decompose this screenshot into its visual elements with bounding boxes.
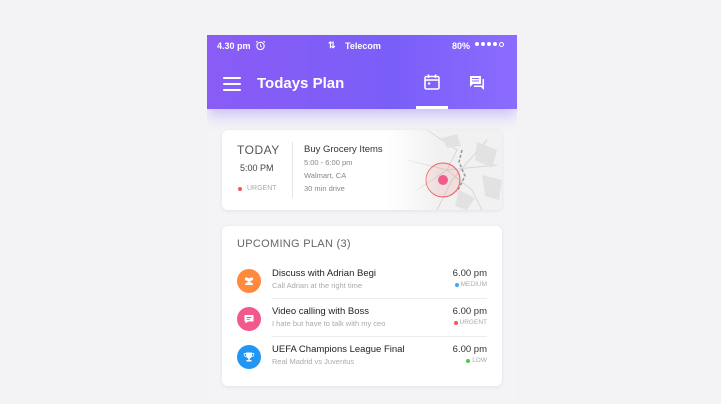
priority-badge: MEDIUM	[454, 281, 487, 288]
item-subtitle: I hate but have to talk with my ceo	[272, 319, 386, 328]
alarm-icon	[255, 40, 266, 53]
priority-dot	[238, 187, 242, 191]
list-item[interactable]: Video calling with Boss I hate but have …	[222, 299, 502, 337]
item-title: Discuss with Adrian Begi	[272, 268, 377, 279]
upcoming-title: UPCOMING PLAN (3)	[237, 238, 351, 250]
priority-label: URGENT	[247, 185, 277, 192]
priority-label: MEDIUM	[460, 281, 487, 288]
status-bar: 4.30 pm ⇅ Telecom 80%	[207, 35, 517, 57]
today-time: 5:00 PM	[240, 163, 274, 173]
item-subtitle: Call Adrian at the right time	[272, 281, 363, 290]
list-item[interactable]: UEFA Champions League Final Real Madrid …	[222, 337, 502, 375]
item-title: UEFA Champions League Final	[272, 344, 405, 355]
app-bar: 4.30 pm ⇅ Telecom 80% Todays Plan	[207, 35, 517, 109]
today-label: TODAY	[237, 143, 280, 157]
phone-screen: 4.30 pm ⇅ Telecom 80% Todays Plan TODAY …	[207, 35, 517, 404]
today-card[interactable]: TODAY 5:00 PM URGENT Buy Grocery Items 5…	[222, 130, 502, 210]
chat-bubble-icon	[237, 307, 261, 331]
menu-icon[interactable]	[223, 77, 241, 91]
task-location: Walmart, CA	[304, 171, 347, 180]
priority-label: LOW	[472, 357, 487, 364]
status-carrier: Telecom	[345, 41, 381, 51]
task-drive-time: 30 min drive	[304, 184, 345, 193]
group-icon	[237, 269, 261, 293]
status-time: 4.30 pm	[217, 41, 251, 51]
chat-icon[interactable]	[468, 74, 486, 92]
priority-badge: LOW	[466, 357, 487, 364]
data-arrows-icon: ⇅	[328, 40, 336, 50]
page-title: Todays Plan	[257, 75, 345, 92]
item-time: 6.00 pm	[452, 344, 487, 355]
list-item[interactable]: Discuss with Adrian Begi Call Adrian at …	[222, 261, 502, 299]
item-time: 6.00 pm	[452, 306, 487, 317]
status-battery: 80%	[452, 41, 471, 51]
calendar-icon[interactable]	[423, 73, 441, 91]
divider	[292, 142, 293, 198]
map-thumbnail[interactable]	[387, 130, 502, 210]
task-title: Buy Grocery Items	[304, 144, 383, 155]
item-subtitle: Real Madrid vs Juventus	[272, 357, 355, 366]
signal-dots-icon	[475, 42, 504, 47]
priority-label: URGENT	[459, 319, 487, 326]
active-tab-indicator	[416, 106, 448, 109]
priority-badge: URGENT	[453, 319, 487, 326]
item-time: 6.00 pm	[452, 268, 487, 279]
upcoming-card: UPCOMING PLAN (3) Discuss with Adrian Be…	[222, 226, 502, 386]
trophy-icon	[237, 345, 261, 369]
task-time: 5:00 - 6:00 pm	[304, 158, 353, 167]
item-title: Video calling with Boss	[272, 306, 369, 317]
